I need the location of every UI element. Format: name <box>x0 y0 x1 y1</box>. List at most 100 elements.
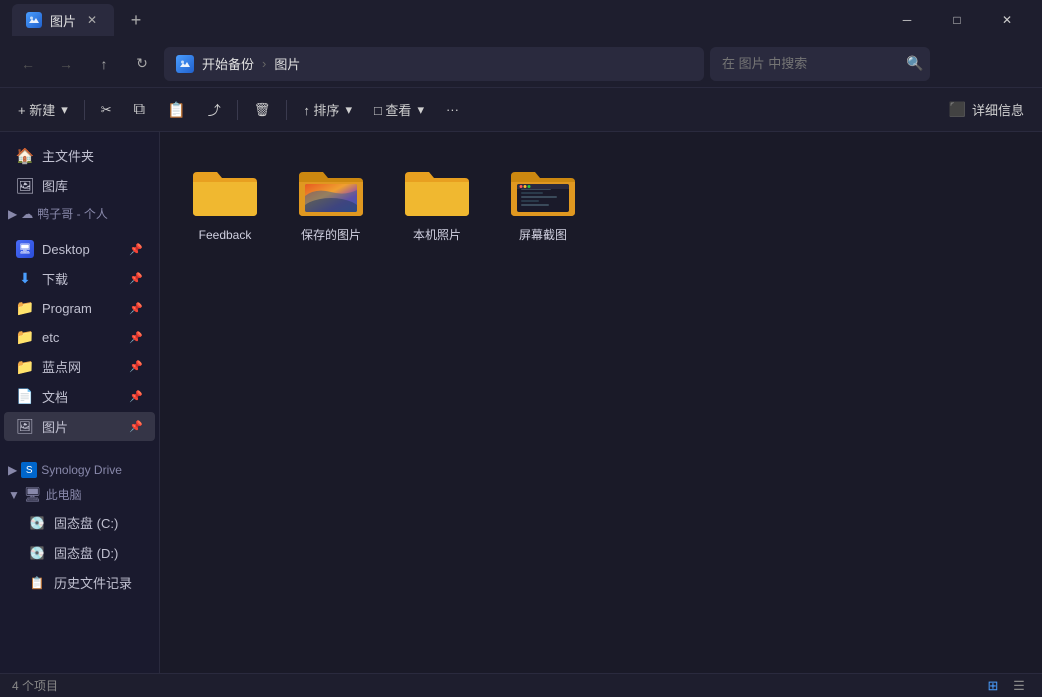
minimize-button[interactable]: ─ <box>884 4 930 36</box>
sidebar-item-documents[interactable]: 📄 文档 📌 <box>4 382 155 411</box>
sort-button[interactable]: ↑ 排序 ▾ <box>293 94 362 126</box>
sidebar-cloud-label: 鸭子哥 - 个人 <box>37 205 108 222</box>
downloads-icon: ⬇ <box>16 270 34 288</box>
toolbar: + 新建 ▾ ✂ ⧉ 📋 ⤴ 🗑 ↑ 排序 ▾ □ 查看 ▾ ··· ⬛ 详细信… <box>0 88 1042 132</box>
sidebar-drive-c-label: 固态盘 (C:) <box>54 513 118 532</box>
item-count: 4 个项目 <box>12 677 58 694</box>
folder-icon-saved-photos <box>295 160 367 220</box>
toolbar-separator-1 <box>84 100 85 120</box>
new-button[interactable]: + 新建 ▾ <box>8 94 78 126</box>
paste-button[interactable]: 📋 <box>157 94 196 126</box>
search-input[interactable] <box>722 56 898 71</box>
sidebar-collapse-synology[interactable]: ▶ S Synology Drive <box>0 458 159 482</box>
toolbar-separator-3 <box>286 100 287 120</box>
breadcrumb-separator: › <box>262 56 266 71</box>
drive-c-icon: 💽 <box>28 514 46 532</box>
pin-icon-program: 📌 <box>129 302 143 315</box>
sidebar-etc-label: etc <box>42 330 59 345</box>
sidebar-bluepoint-label: 蓝点网 <box>42 357 81 376</box>
view-button[interactable]: □ 查看 ▾ <box>364 94 434 126</box>
search-icon: 🔍 <box>906 55 923 72</box>
toolbar-right: ⬛ 详细信息 <box>939 94 1034 126</box>
titlebar: 图片 ✕ + ─ □ ✕ <box>0 0 1042 40</box>
statusbar: 4 个项目 ⊞ ☰ <box>0 673 1042 697</box>
folder-screenshots[interactable]: 屏幕截图 <box>498 152 588 252</box>
synology-arrow: ▶ <box>8 463 17 477</box>
new-dropdown-icon: ▾ <box>61 102 68 118</box>
window-controls: ─ □ ✕ <box>884 4 1030 36</box>
view-label: □ 查看 <box>374 100 411 119</box>
up-button[interactable]: ↑ <box>88 48 120 80</box>
view-dropdown-icon: ▾ <box>417 102 424 118</box>
details-icon: ⬛ <box>949 101 966 118</box>
sidebar-item-history[interactable]: 📋 历史文件记录 <box>4 568 155 597</box>
pin-icon-documents: 📌 <box>129 390 143 403</box>
sidebar-item-home[interactable]: 🏠 主文件夹 <box>4 141 155 170</box>
share-button[interactable]: ⤴ <box>198 94 231 126</box>
sidebar-collapse-pc[interactable]: ▼ 🖥 此电脑 <box>0 482 159 507</box>
sidebar-gallery-label: 图库 <box>42 176 68 195</box>
sidebar-item-drive-c[interactable]: 💽 固态盘 (C:) <box>4 508 155 537</box>
cloud-icon: ☁ <box>21 207 33 221</box>
paste-icon: 📋 <box>167 101 186 119</box>
sidebar-item-etc[interactable]: 📁 etc 📌 <box>4 323 155 351</box>
delete-button[interactable]: 🗑 <box>244 94 281 126</box>
delete-icon: 🗑 <box>254 102 271 118</box>
search-bar[interactable]: 🔍 <box>710 47 930 81</box>
etc-icon: 📁 <box>16 328 34 346</box>
back-button[interactable]: ← <box>12 48 44 80</box>
sort-label: ↑ 排序 <box>303 100 339 119</box>
new-tab-button[interactable]: + <box>122 6 150 34</box>
grid-view-button[interactable]: ⊞ <box>982 675 1004 697</box>
cut-button[interactable]: ✂ <box>91 94 122 126</box>
tab-close-button[interactable]: ✕ <box>84 12 100 28</box>
share-icon: ⤴ <box>208 100 221 119</box>
close-button[interactable]: ✕ <box>984 4 1030 36</box>
sidebar-pc-label: 此电脑 <box>46 486 82 503</box>
copy-button[interactable]: ⧉ <box>124 94 155 126</box>
forward-button[interactable]: → <box>50 48 82 80</box>
sidebar-item-desktop[interactable]: 🖥 Desktop 📌 <box>4 235 155 263</box>
maximize-button[interactable]: □ <box>934 4 980 36</box>
folder-feedback[interactable]: Feedback <box>180 152 270 252</box>
folder-local-photos-label: 本机照片 <box>413 228 461 244</box>
sidebar-synology-label: Synology Drive <box>41 463 122 477</box>
sidebar: 🏠 主文件夹 🖼 图库 ▶ ☁ 鸭子哥 - 个人 🖥 Desktop 📌 ⬇ 下… <box>0 132 160 673</box>
home-icon: 🏠 <box>16 147 34 165</box>
sidebar-home-label: 主文件夹 <box>42 146 94 165</box>
breadcrumb-current: 图片 <box>274 54 300 73</box>
documents-icon: 📄 <box>16 388 34 406</box>
sidebar-collapse-cloud[interactable]: ▶ ☁ 鸭子哥 - 个人 <box>0 201 159 226</box>
folder-icon-local-photos <box>401 160 473 220</box>
drive-d-icon: 💽 <box>28 544 46 562</box>
active-tab[interactable]: 图片 ✕ <box>12 4 114 36</box>
breadcrumb-root: 开始备份 <box>202 54 254 73</box>
sidebar-downloads-label: 下载 <box>42 269 68 288</box>
sidebar-item-program[interactable]: 📁 Program 📌 <box>4 294 155 322</box>
sidebar-history-label: 历史文件记录 <box>54 573 132 592</box>
toolbar-separator-2 <box>237 100 238 120</box>
list-view-button[interactable]: ☰ <box>1008 675 1030 697</box>
sidebar-item-gallery[interactable]: 🖼 图库 <box>4 171 155 200</box>
details-label: 详细信息 <box>972 100 1024 119</box>
pc-arrow: ▼ <box>8 488 20 502</box>
more-button[interactable]: ··· <box>436 94 469 126</box>
sidebar-pictures-label: 图片 <box>42 417 68 436</box>
folder-local-photos[interactable]: 本机照片 <box>392 152 482 252</box>
sidebar-item-downloads[interactable]: ⬇ 下载 📌 <box>4 264 155 293</box>
details-button[interactable]: ⬛ 详细信息 <box>939 94 1034 126</box>
folder-feedback-label: Feedback <box>199 228 252 244</box>
breadcrumb[interactable]: 开始备份 › 图片 <box>164 47 704 81</box>
sidebar-item-drive-d[interactable]: 💽 固态盘 (D:) <box>4 538 155 567</box>
tab-label: 图片 <box>50 11 76 30</box>
collapse-arrow: ▶ <box>8 207 17 221</box>
sort-dropdown-icon: ▾ <box>345 102 352 118</box>
sidebar-item-pictures[interactable]: 🖼 图片 📌 <box>4 412 155 441</box>
folder-saved-photos-label: 保存的图片 <box>301 228 361 244</box>
folder-saved-photos[interactable]: 保存的图片 <box>286 152 376 252</box>
navbar: ← → ↑ ↻ 开始备份 › 图片 🔍 <box>0 40 1042 88</box>
new-button-label: + 新建 <box>18 100 55 119</box>
pin-icon-pictures: 📌 <box>129 420 143 433</box>
refresh-button[interactable]: ↻ <box>126 48 158 80</box>
sidebar-item-bluepoint[interactable]: 📁 蓝点网 📌 <box>4 352 155 381</box>
